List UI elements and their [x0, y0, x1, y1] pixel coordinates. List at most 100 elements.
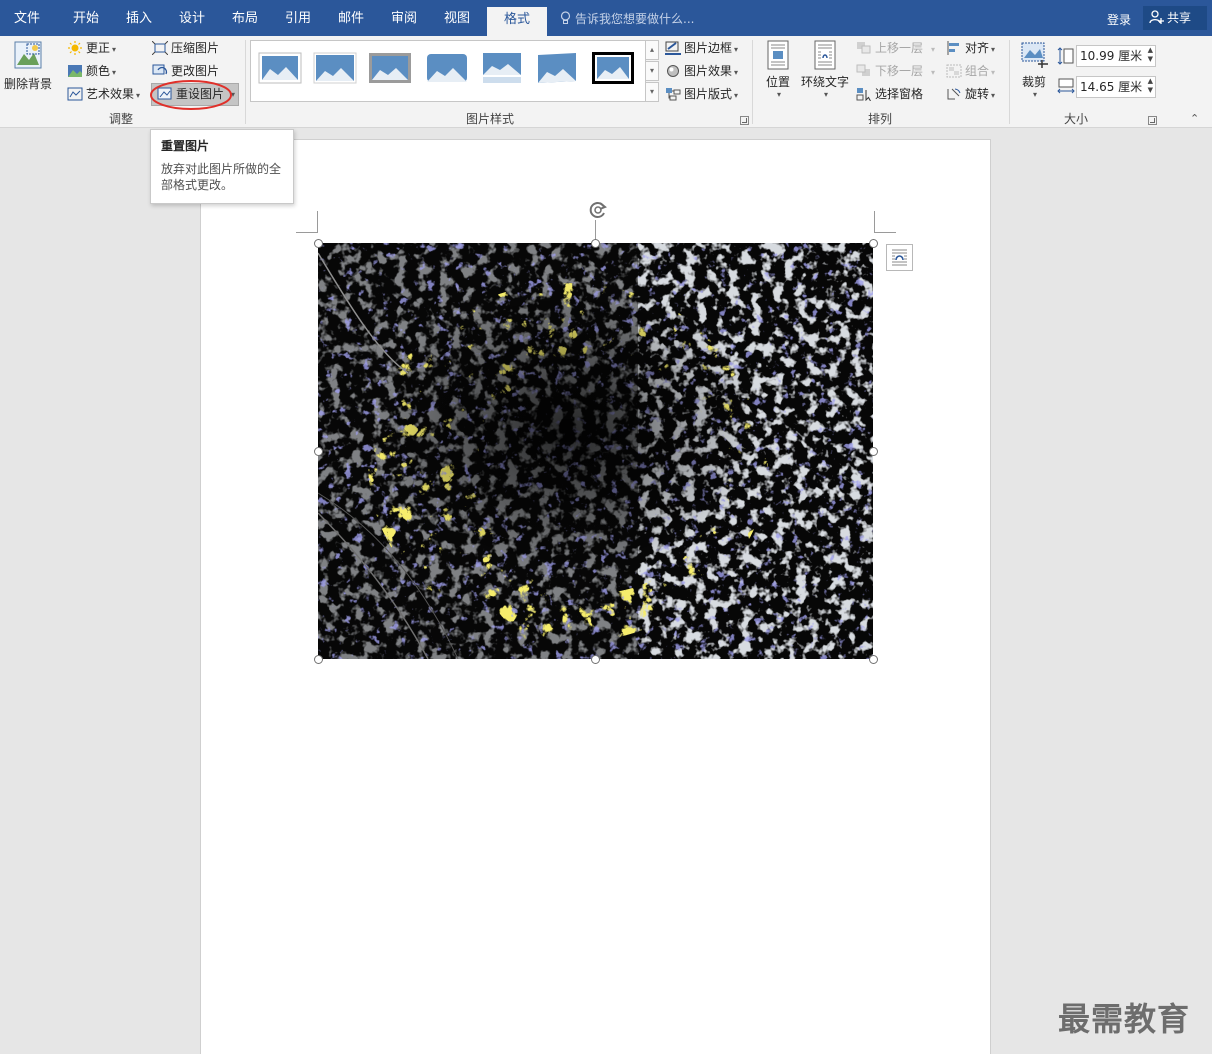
tooltip-description: 放弃对此图片所做的全部格式更改。 — [161, 162, 282, 192]
style-thumbnail-7[interactable] — [591, 51, 635, 85]
color-button[interactable]: 颜色 ▾ — [67, 61, 116, 82]
tell-me-placeholder: 告诉我您想要做什么... — [575, 12, 695, 26]
remove-background-label: 删除背景 — [3, 77, 52, 91]
style-thumbnail-4[interactable] — [425, 51, 469, 85]
remove-background-button[interactable]: 删除背景 — [2, 40, 54, 92]
resize-handle-top-right[interactable] — [869, 239, 878, 248]
width-input[interactable]: 14.65 厘米 ▲ ▼ — [1076, 76, 1156, 98]
picture-layout-label: 图片版式 — [684, 87, 733, 101]
compress-pictures-button[interactable]: 压缩图片 — [152, 38, 219, 59]
style-thumbnail-2[interactable] — [313, 51, 357, 85]
tell-me-search[interactable]: 告诉我您想要做什么... — [560, 10, 694, 27]
ribbon-tab-bar: 文件 开始 插入 设计 布局 引用 邮件 审阅 视图 格式 告诉我您想要做什么.… — [0, 0, 1212, 36]
crop-label: 裁剪 — [1021, 75, 1046, 89]
chevron-down-icon: ▾ — [136, 91, 141, 100]
tab-view[interactable]: 视图 — [431, 0, 483, 36]
tab-references[interactable]: 引用 — [272, 0, 324, 36]
tooltip-title: 重置图片 — [161, 139, 210, 153]
style-thumbnail-3[interactable] — [368, 51, 412, 85]
spin-arrows-icon[interactable]: ▲ ▼ — [1148, 77, 1153, 95]
wrap-text-label: 环绕文字 — [800, 75, 849, 89]
resize-handle-bottom-left[interactable] — [314, 655, 323, 664]
layout-options-icon — [892, 249, 907, 266]
rotate-button[interactable]: 旋转 ▾ — [946, 84, 995, 105]
tab-review[interactable]: 审阅 — [378, 0, 430, 36]
height-icon — [1057, 47, 1074, 65]
send-backward-button[interactable]: 下移一层 ▾ — [856, 61, 935, 82]
share-button[interactable]: 共享 — [1143, 6, 1207, 30]
tab-layout[interactable]: 布局 — [219, 0, 271, 36]
selection-pane-button[interactable]: 选择窗格 — [856, 84, 923, 105]
collapse-ribbon-icon[interactable]: ⌃ — [1190, 112, 1199, 125]
tab-home[interactable]: 开始 — [60, 0, 112, 36]
chevron-down-icon: ▾ — [991, 91, 996, 100]
resize-handle-top-left[interactable] — [314, 239, 323, 248]
highlight-circle — [150, 80, 232, 110]
picture-effects-label: 图片效果 — [684, 64, 733, 78]
picture-styles-gallery[interactable] — [250, 40, 646, 102]
crop-button[interactable]: 裁剪 ▾ — [1015, 40, 1053, 99]
rotate-handle-icon[interactable] — [587, 199, 609, 221]
style-thumbnail-5[interactable] — [480, 51, 524, 85]
picture-border-button[interactable]: 图片边框 ▾ — [665, 38, 738, 59]
resize-handle-bottom[interactable] — [591, 655, 600, 664]
margin-corner-mark — [874, 211, 896, 233]
group-separator — [752, 40, 753, 124]
color-label: 颜色 — [86, 64, 111, 78]
size-dialog-launcher[interactable] — [1148, 116, 1157, 125]
gallery-scroll-down[interactable]: ▾ — [645, 61, 659, 81]
gallery-more[interactable]: ▾ — [645, 82, 659, 102]
resize-handle-bottom-right[interactable] — [869, 655, 878, 664]
artistic-effects-button[interactable]: 艺术效果 ▾ — [67, 84, 140, 105]
chevron-down-icon: ▾ — [931, 45, 936, 54]
bring-forward-label: 上移一层 — [875, 41, 924, 55]
lightbulb-icon — [560, 11, 571, 24]
style-thumbnail-1[interactable] — [258, 51, 302, 85]
bring-forward-icon — [857, 42, 871, 54]
selected-picture[interactable] — [318, 243, 873, 659]
picture-effects-icon — [667, 65, 679, 77]
compress-icon — [152, 41, 168, 55]
corrections-label: 更正 — [86, 41, 111, 55]
tab-design[interactable]: 设计 — [166, 0, 218, 36]
position-label: 位置 — [765, 75, 790, 89]
login-link[interactable]: 登录 — [1107, 11, 1131, 28]
group-separator — [1009, 40, 1010, 124]
share-label: 共享 — [1167, 11, 1192, 25]
watermark-text: 最需教育 — [1058, 1000, 1191, 1038]
artistic-effects-icon — [67, 87, 83, 101]
chevron-down-icon: ▾ — [112, 68, 117, 77]
bring-forward-button[interactable]: 上移一层 ▾ — [856, 38, 935, 59]
tab-file[interactable]: 文件 — [0, 0, 54, 36]
picture-styles-dialog-launcher[interactable] — [740, 116, 749, 125]
spin-arrows-icon[interactable]: ▲ ▼ — [1148, 46, 1153, 64]
style-thumbnail-6[interactable] — [535, 51, 579, 85]
gallery-scroll-up[interactable]: ▴ — [645, 40, 659, 60]
height-input[interactable]: 10.99 厘米 ▲ ▼ — [1076, 45, 1156, 67]
resize-handle-left[interactable] — [314, 447, 323, 456]
wrap-text-button[interactable]: 环绕文字 ▾ — [798, 40, 852, 99]
tab-mailings[interactable]: 邮件 — [325, 0, 377, 36]
layout-options-button[interactable] — [886, 244, 913, 271]
wrap-text-icon — [814, 40, 836, 70]
ribbon-format: 删除背景 更正 ▾ 颜色 ▾ 艺术效果 ▾ 压缩图片 更改图片 重设图片 ▾ 调整 ▴ … — [0, 36, 1212, 128]
add-person-icon — [1149, 10, 1164, 24]
picture-layout-button[interactable]: 图片版式 ▾ — [665, 84, 738, 105]
align-button[interactable]: 对齐 ▾ — [946, 38, 995, 59]
corrections-button[interactable]: 更正 ▾ — [67, 38, 116, 59]
chevron-down-icon: ▾ — [776, 90, 781, 99]
group-button[interactable]: 组合 ▾ — [946, 61, 995, 82]
size-group-label: 大小 — [1063, 112, 1088, 126]
glowing-edges-flowers-image — [318, 243, 873, 659]
align-icon — [947, 41, 959, 55]
group-separator — [245, 40, 246, 124]
position-button[interactable]: 位置 ▾ — [760, 40, 796, 99]
picture-effects-button[interactable]: 图片效果 ▾ — [665, 61, 738, 82]
adjust-group-label: 调整 — [108, 112, 133, 126]
resize-handle-right[interactable] — [869, 447, 878, 456]
height-value: 10.99 厘米 — [1080, 49, 1143, 63]
tab-format[interactable]: 格式 — [487, 7, 547, 36]
change-picture-icon — [152, 64, 168, 75]
tab-insert[interactable]: 插入 — [113, 0, 165, 36]
resize-handle-top[interactable] — [591, 239, 600, 248]
